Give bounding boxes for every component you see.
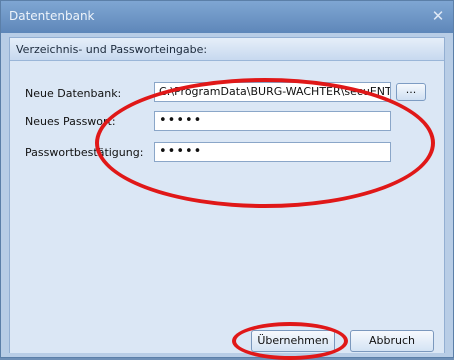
new-password-field[interactable]: ••••• [154, 111, 391, 131]
browse-button[interactable]: ... [396, 83, 426, 101]
new-password-label: Neues Passwort: [25, 115, 116, 128]
group-body [10, 61, 444, 353]
database-path-field[interactable]: C:\ProgramData\BURG-WACHTER\secuENT [154, 82, 391, 102]
group-header: Verzeichnis- und Passworteingabe: [10, 38, 444, 61]
group-title: Verzeichnis- und Passworteingabe: [16, 43, 208, 56]
confirm-password-field[interactable]: ••••• [154, 142, 391, 162]
confirm-password-label: Passwortbestätigung: [25, 146, 144, 159]
title-bar[interactable]: Datentenbank ✕ [1, 1, 453, 33]
cancel-button[interactable]: Abbruch [350, 330, 434, 352]
window-title: Datentenbank [9, 9, 95, 23]
dialog-window: Datentenbank ✕ Verzeichnis- und Passwort… [0, 0, 454, 360]
apply-button[interactable]: Übernehmen [251, 330, 335, 352]
database-label: Neue Datenbank: [25, 87, 122, 100]
close-icon[interactable]: ✕ [429, 7, 447, 25]
